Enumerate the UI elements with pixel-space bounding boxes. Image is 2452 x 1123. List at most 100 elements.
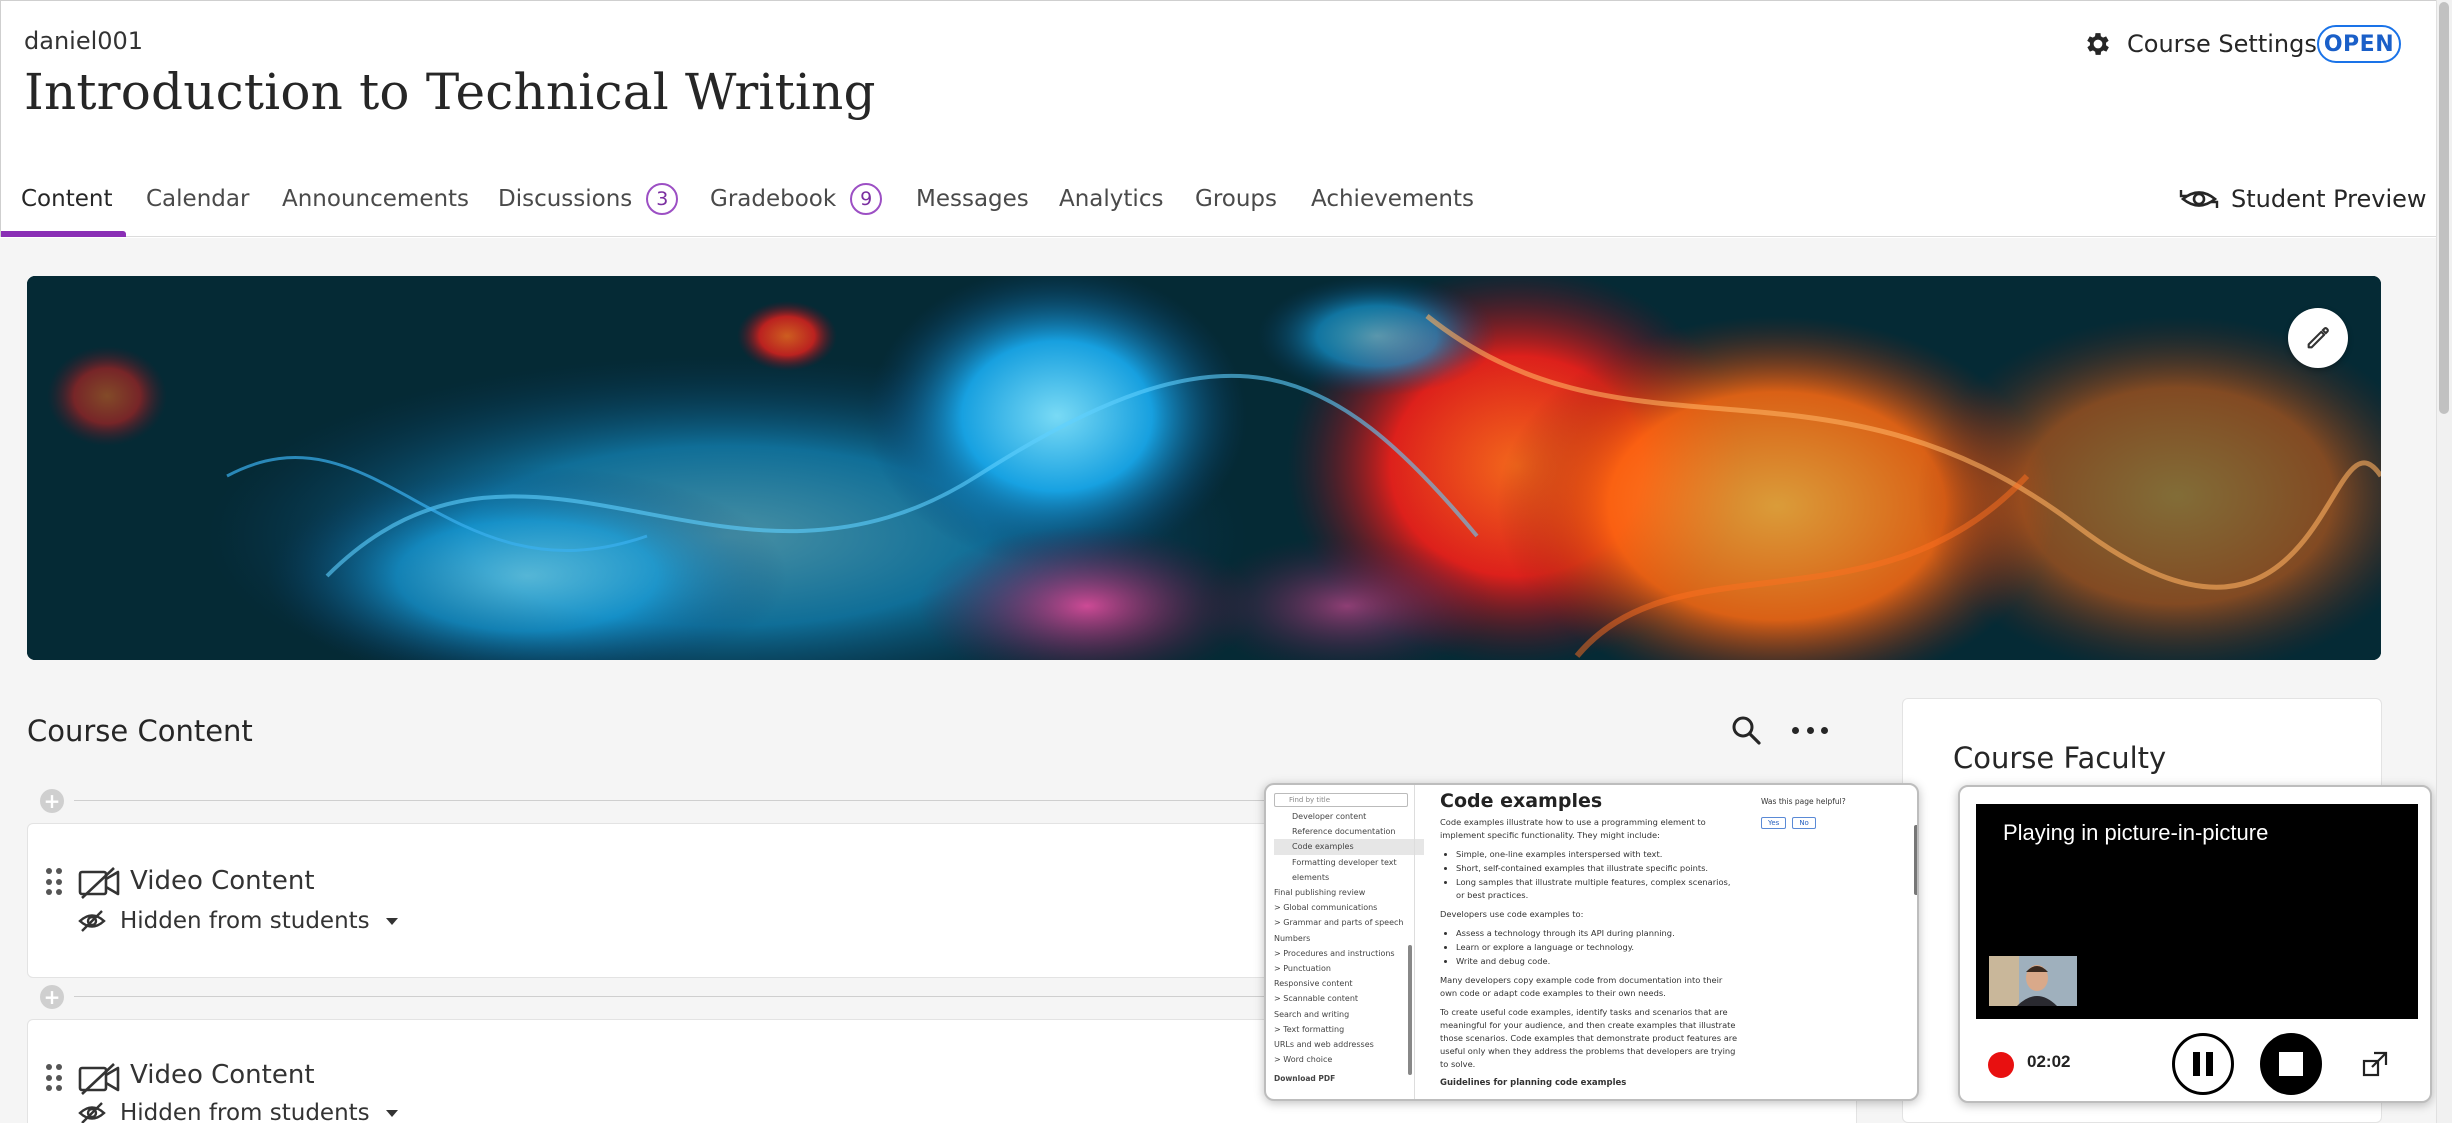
back-to-tab-icon[interactable] bbox=[2360, 1049, 2390, 1079]
course-banner-image bbox=[27, 276, 2381, 660]
course-tab-bar: Content Calendar Announcements Discussio… bbox=[0, 160, 2436, 237]
pip-video-area: Playing in picture-in-picture bbox=[1976, 804, 2418, 1019]
doc-helpful-label: Was this page helpful? bbox=[1761, 797, 1846, 806]
pip-controls: 02:02 bbox=[1960, 1019, 2430, 1101]
student-preview-label: Student Preview bbox=[2231, 184, 2427, 213]
tab-gradebook[interactable]: Gradebook 9 bbox=[710, 160, 883, 237]
doc-nav-item[interactable]: elements bbox=[1274, 870, 1424, 885]
course-header: daniel001 Introduction to Technical Writ… bbox=[0, 0, 2436, 160]
gear-icon bbox=[2087, 33, 2109, 55]
tab-label: Messages bbox=[916, 185, 1029, 212]
visibility-dropdown[interactable]: Hidden from students bbox=[78, 908, 398, 934]
picture-in-picture-window[interactable]: Playing in picture-in-picture 02:02 bbox=[1958, 785, 2432, 1103]
doc-nav-item[interactable]: Formatting developer text bbox=[1274, 855, 1424, 870]
doc-article: Code examples Code examples illustrate h… bbox=[1440, 790, 1740, 1090]
doc-nav-item[interactable]: Reference documentation bbox=[1274, 824, 1424, 839]
tab-groups[interactable]: Groups bbox=[1195, 160, 1277, 237]
doc-nav-item[interactable]: > Global communications bbox=[1274, 900, 1424, 915]
tab-label: Announcements bbox=[282, 185, 470, 212]
doc-paragraph: Developers use code examples to: bbox=[1440, 909, 1584, 919]
doc-list: Simple, one-line examples interspersed w… bbox=[1456, 848, 1740, 902]
doc-nav-scrollbar[interactable] bbox=[1408, 945, 1412, 1075]
course-status-badge[interactable]: OPEN bbox=[2317, 25, 2401, 63]
username: daniel001 bbox=[24, 27, 144, 55]
doc-nav-item[interactable]: > Text formatting bbox=[1274, 1022, 1424, 1037]
video-camera-icon bbox=[78, 867, 120, 899]
tab-announcements[interactable]: Announcements bbox=[282, 160, 469, 237]
tab-label: Groups bbox=[1195, 185, 1278, 212]
tab-messages[interactable]: Messages bbox=[916, 160, 1029, 237]
tab-label: Content bbox=[21, 185, 113, 212]
doc-nav-item[interactable]: Numbers bbox=[1274, 931, 1424, 946]
eye-slash-icon bbox=[78, 1102, 106, 1123]
doc-nav-item[interactable]: > Word choice bbox=[1274, 1052, 1424, 1067]
doc-heading: Code examples bbox=[1440, 790, 1603, 812]
discussions-count-badge: 3 bbox=[646, 182, 679, 215]
doc-list-item: Write and debug code. bbox=[1456, 955, 1740, 968]
course-settings-label: Course Settings bbox=[2127, 30, 2317, 58]
drag-handle-icon[interactable] bbox=[46, 868, 62, 896]
course-settings-button[interactable]: Course Settings bbox=[2083, 29, 2317, 59]
recording-indicator-icon bbox=[1988, 1052, 2014, 1078]
doc-nav-item[interactable]: Responsive content bbox=[1274, 976, 1424, 991]
doc-nav-item[interactable]: Search and writing bbox=[1274, 1007, 1424, 1022]
doc-list-item: Simple, one-line examples interspersed w… bbox=[1456, 848, 1740, 861]
doc-paragraph: To create useful code examples, identify… bbox=[1440, 1007, 1738, 1069]
doc-list: Assess a technology through its API duri… bbox=[1456, 927, 1740, 968]
tab-label: Achievements bbox=[1311, 185, 1474, 212]
tab-discussions[interactable]: Discussions 3 bbox=[498, 160, 679, 237]
tab-label: Discussions bbox=[498, 185, 633, 212]
course-content-heading: Course Content bbox=[27, 714, 253, 748]
doc-scrollbar[interactable] bbox=[1914, 825, 1917, 895]
shared-window-preview[interactable]: Find by title Developer content Referenc… bbox=[1264, 783, 1919, 1101]
tab-analytics[interactable]: Analytics bbox=[1059, 160, 1163, 237]
pencil-icon bbox=[2307, 327, 2329, 349]
doc-no-button[interactable]: No bbox=[1792, 817, 1816, 829]
add-content-button[interactable]: + bbox=[40, 985, 64, 1009]
stop-button[interactable] bbox=[2260, 1033, 2322, 1095]
video-camera-icon bbox=[78, 1063, 120, 1095]
doc-nav-item[interactable]: > Punctuation bbox=[1274, 961, 1424, 976]
more-options-icon[interactable] bbox=[1792, 718, 1828, 742]
doc-yes-button[interactable]: Yes bbox=[1761, 817, 1787, 829]
student-preview-button[interactable]: Student Preview bbox=[2179, 160, 2427, 237]
doc-list-item: Short, self-contained examples that illu… bbox=[1456, 862, 1740, 875]
doc-paragraph: Code examples illustrate how to use a pr… bbox=[1440, 817, 1706, 840]
search-icon[interactable] bbox=[1730, 714, 1762, 746]
tab-achievements[interactable]: Achievements bbox=[1311, 160, 1474, 237]
page-scrollbar-thumb[interactable] bbox=[2439, 2, 2449, 414]
add-content-button[interactable]: + bbox=[40, 789, 64, 813]
pause-button[interactable] bbox=[2172, 1033, 2234, 1095]
doc-nav-item[interactable]: > Grammar and parts of speech bbox=[1274, 915, 1424, 930]
webcam-thumbnail bbox=[1989, 956, 2077, 1006]
doc-nav-item[interactable]: Developer content bbox=[1274, 809, 1424, 824]
pause-icon bbox=[2193, 1052, 2200, 1076]
content-item-title[interactable]: Video Content bbox=[130, 1060, 315, 1090]
visibility-dropdown[interactable]: Hidden from students bbox=[78, 1100, 398, 1123]
pause-icon-bar bbox=[2206, 1052, 2213, 1076]
doc-helpful-buttons: Yes No bbox=[1761, 817, 1816, 829]
drag-handle-icon[interactable] bbox=[46, 1064, 62, 1092]
chevron-down-icon bbox=[385, 917, 398, 925]
tab-label: Gradebook bbox=[710, 185, 837, 212]
recording-timer: 02:02 bbox=[2027, 1052, 2071, 1071]
doc-list-item: Long samples that illustrate multiple fe… bbox=[1456, 876, 1740, 902]
edit-banner-button[interactable] bbox=[2288, 308, 2348, 368]
tab-label: Calendar bbox=[146, 185, 250, 212]
content-item-title[interactable]: Video Content bbox=[130, 866, 315, 896]
doc-find-input[interactable]: Find by title bbox=[1274, 793, 1408, 807]
download-pdf-link[interactable]: Download PDF bbox=[1274, 1071, 1424, 1086]
pip-status-text: Playing in picture-in-picture bbox=[2003, 820, 2269, 845]
chevron-down-icon bbox=[385, 1109, 398, 1117]
doc-nav-item[interactable]: URLs and web addresses bbox=[1274, 1037, 1424, 1052]
tab-content[interactable]: Content bbox=[21, 160, 112, 237]
active-tab-indicator bbox=[1, 231, 126, 237]
doc-paragraph: Many developers copy example code from d… bbox=[1440, 975, 1723, 998]
visibility-label: Hidden from students bbox=[120, 1100, 370, 1123]
tab-calendar[interactable]: Calendar bbox=[146, 160, 249, 237]
doc-nav-item-selected[interactable]: Code examples bbox=[1274, 839, 1424, 855]
doc-list-item: Assess a technology through its API duri… bbox=[1456, 927, 1740, 940]
doc-nav-item[interactable]: > Procedures and instructions bbox=[1274, 946, 1424, 961]
doc-nav-item[interactable]: > Scannable content bbox=[1274, 991, 1424, 1006]
doc-nav-item[interactable]: Final publishing review bbox=[1274, 885, 1424, 900]
